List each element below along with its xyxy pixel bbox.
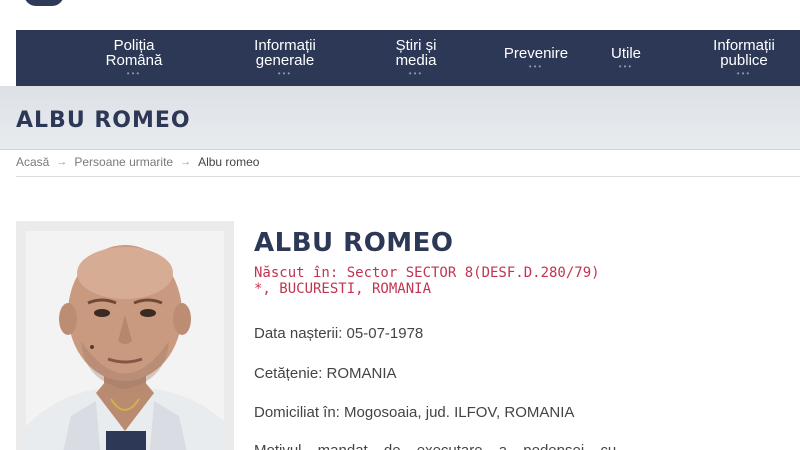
nav-dots: ••• <box>408 69 424 78</box>
breadcrumb: Acasă → Persoane urmarite → Albu romeo <box>16 155 259 169</box>
breadcrumb-current: Albu romeo <box>198 155 260 169</box>
page-title-band: ALBU ROMEO <box>0 86 800 150</box>
breadcrumb-arrow-icon: → <box>56 156 68 168</box>
residence: Domiciliat în: Mogosoaia, jud. ILFOV, RO… <box>254 404 575 421</box>
divider <box>16 176 800 177</box>
nav-label: publice <box>720 52 768 69</box>
person-details: ALBU ROMEO Născut în: Sector SECTOR 8(DE… <box>254 228 794 450</box>
citizenship: Cetățenie: ROMANIA <box>254 365 397 382</box>
breadcrumb-home-link[interactable]: Acasă <box>16 155 49 169</box>
nav-dots: ••• <box>618 61 634 71</box>
nav-label: Informații <box>254 37 316 54</box>
nav-item-informatii-publice[interactable]: Informații publice ••• <box>684 30 800 86</box>
nav-item-stiri-media[interactable]: Știri și media ••• <box>366 30 466 86</box>
nav-dots: ••• <box>528 61 544 71</box>
person-photo <box>26 231 224 450</box>
person-photo-illustration <box>26 231 224 450</box>
nav-label: Poliția <box>113 37 155 54</box>
nav-item-politia-romana[interactable]: Poliția Română ••• <box>74 30 194 86</box>
birth-place: Născut în: Sector SECTOR 8(DESF.D.280/79… <box>254 265 600 297</box>
top-header <box>0 0 800 30</box>
person-photo-frame <box>16 221 234 450</box>
nav-label: Română <box>105 52 163 69</box>
page-title: ALBU ROMEO <box>16 108 191 133</box>
breadcrumb-arrow-icon: → <box>180 156 192 168</box>
nav-label: Utile <box>610 44 641 62</box>
nav-dots: ••• <box>126 69 142 78</box>
warrant-reason: Motivul mandat de executare a pedepsei c… <box>254 442 616 450</box>
nav-label: Prevenire <box>503 44 569 62</box>
nav-label: generale <box>255 52 315 69</box>
main-navigation: Poliția Română ••• Informații generale •… <box>16 30 800 86</box>
nav-label: media <box>395 52 437 69</box>
nav-label: Știri și <box>395 37 437 54</box>
nav-dots: ••• <box>277 69 293 78</box>
person-name: ALBU ROMEO <box>254 228 454 258</box>
nav-item-utile[interactable]: Utile ••• <box>591 30 661 86</box>
breadcrumb-section-link[interactable]: Persoane urmarite <box>74 155 173 169</box>
nav-item-informatii-generale[interactable]: Informații generale ••• <box>221 30 349 86</box>
nav-dots: ••• <box>736 69 752 78</box>
nav-item-prevenire[interactable]: Prevenire ••• <box>486 30 586 86</box>
logo[interactable] <box>24 0 64 6</box>
birth-date: Data nașterii: 05-07-1978 <box>254 325 424 342</box>
nav-label: Informații <box>713 37 775 54</box>
